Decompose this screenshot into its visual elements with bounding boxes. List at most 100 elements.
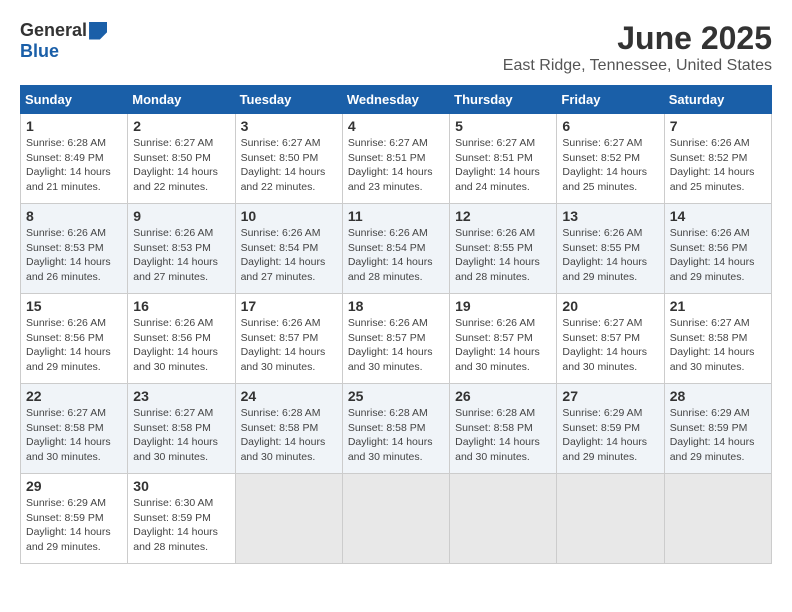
calendar-cell: 20Sunrise: 6:27 AMSunset: 8:57 PMDayligh… [557,294,664,384]
calendar-cell: 26 Sunrise: 6:28 AMSunset: 8:58 PMDayligh… [450,384,557,474]
day-info: Sunrise: 6:26 AMSunset: 8:56 PMDaylight:… [670,226,766,285]
day-info: Sunrise: 6:30 AMSunset: 8:59 PMDaylight:… [133,496,229,555]
day-number: 29 [26,478,122,494]
day-number: 22 [26,388,122,404]
calendar-cell [235,474,342,564]
calendar-title: June 2025 [503,20,772,57]
calendar-cell: 19 Sunrise: 6:26 AMSunset: 8:57 PMDayligh… [450,294,557,384]
day-number: 26 [455,388,551,404]
calendar-cell: 1 Sunrise: 6:28 AMSunset: 8:49 PMDaylight… [21,114,128,204]
day-number: 18 [348,298,444,314]
day-info: Sunrise: 6:27 AMSunset: 8:50 PMDaylight:… [133,136,229,195]
logo-icon [89,22,107,40]
day-number: 1 [26,118,122,134]
day-info: Sunrise: 6:28 AMSunset: 8:58 PMDaylight:… [241,406,337,465]
header-thursday: Thursday [450,86,557,114]
day-number: 19 [455,298,551,314]
logo-blue-text: Blue [20,41,59,62]
day-info: Sunrise: 6:27 AMSunset: 8:58 PMDaylight:… [133,406,229,465]
day-number: 7 [670,118,766,134]
day-number: 23 [133,388,229,404]
day-number: 9 [133,208,229,224]
day-number: 3 [241,118,337,134]
calendar-cell: 9 Sunrise: 6:26 AMSunset: 8:53 PMDaylight… [128,204,235,294]
calendar-cell [342,474,449,564]
header-friday: Friday [557,86,664,114]
calendar-cell: 11 Sunrise: 6:26 AMSunset: 8:54 PMDayligh… [342,204,449,294]
calendar-cell: 4 Sunrise: 6:27 AMSunset: 8:51 PMDaylight… [342,114,449,204]
calendar-cell: 8 Sunrise: 6:26 AMSunset: 8:53 PMDaylight… [21,204,128,294]
calendar-cell: 2 Sunrise: 6:27 AMSunset: 8:50 PMDaylight… [128,114,235,204]
day-info: Sunrise: 6:27 AMSunset: 8:50 PMDaylight:… [241,136,337,195]
day-number: 10 [241,208,337,224]
day-number: 25 [348,388,444,404]
calendar-cell [664,474,771,564]
day-info: Sunrise: 6:27 AMSunset: 8:52 PMDaylight:… [562,136,658,195]
day-info: Sunrise: 6:27 AMSunset: 8:58 PMDaylight:… [670,316,766,375]
day-info: Sunrise: 6:26 AMSunset: 8:56 PMDaylight:… [133,316,229,375]
calendar-cell: 5Sunrise: 6:27 AMSunset: 8:51 PMDaylight… [450,114,557,204]
day-number: 11 [348,208,444,224]
day-info: Sunrise: 6:26 AMSunset: 8:52 PMDaylight:… [670,136,766,195]
calendar-cell [557,474,664,564]
day-number: 16 [133,298,229,314]
calendar-subtitle: East Ridge, Tennessee, United States [503,57,772,75]
calendar-cell: 6 Sunrise: 6:27 AMSunset: 8:52 PMDaylight… [557,114,664,204]
header-sunday: Sunday [21,86,128,114]
day-info: Sunrise: 6:27 AMSunset: 8:51 PMDaylight:… [348,136,444,195]
day-number: 6 [562,118,658,134]
calendar-cell: 17Sunrise: 6:26 AMSunset: 8:57 PMDayligh… [235,294,342,384]
header-tuesday: Tuesday [235,86,342,114]
day-info: Sunrise: 6:26 AMSunset: 8:55 PMDaylight:… [455,226,551,285]
calendar-cell: 24Sunrise: 6:28 AMSunset: 8:58 PMDayligh… [235,384,342,474]
header-row: SundayMondayTuesdayWednesdayThursdayFrid… [21,86,772,114]
logo-general-text: General [20,20,87,41]
day-number: 13 [562,208,658,224]
day-number: 15 [26,298,122,314]
day-info: Sunrise: 6:26 AMSunset: 8:53 PMDaylight:… [26,226,122,285]
day-number: 5 [455,118,551,134]
day-number: 4 [348,118,444,134]
calendar-cell: 27Sunrise: 6:29 AMSunset: 8:59 PMDayligh… [557,384,664,474]
header-wednesday: Wednesday [342,86,449,114]
day-info: Sunrise: 6:26 AMSunset: 8:57 PMDaylight:… [348,316,444,375]
calendar-cell: 28Sunrise: 6:29 AMSunset: 8:59 PMDayligh… [664,384,771,474]
calendar-cell: 3 Sunrise: 6:27 AMSunset: 8:50 PMDaylight… [235,114,342,204]
day-number: 2 [133,118,229,134]
calendar-cell: 12 Sunrise: 6:26 AMSunset: 8:55 PMDayligh… [450,204,557,294]
day-number: 8 [26,208,122,224]
day-number: 12 [455,208,551,224]
day-info: Sunrise: 6:28 AMSunset: 8:58 PMDaylight:… [348,406,444,465]
calendar-cell: 30Sunrise: 6:30 AMSunset: 8:59 PMDayligh… [128,474,235,564]
day-number: 21 [670,298,766,314]
calendar-cell: 13Sunrise: 6:26 AMSunset: 8:55 PMDayligh… [557,204,664,294]
day-info: Sunrise: 6:26 AMSunset: 8:56 PMDaylight:… [26,316,122,375]
day-info: Sunrise: 6:29 AMSunset: 8:59 PMDaylight:… [26,496,122,555]
calendar-cell: 23 Sunrise: 6:27 AMSunset: 8:58 PMDayligh… [128,384,235,474]
calendar-cell: 25 Sunrise: 6:28 AMSunset: 8:58 PMDayligh… [342,384,449,474]
calendar-cell: 10 Sunrise: 6:26 AMSunset: 8:54 PMDayligh… [235,204,342,294]
day-number: 27 [562,388,658,404]
calendar-week-1: 1 Sunrise: 6:28 AMSunset: 8:49 PMDaylight… [21,114,772,204]
calendar-cell: 22 Sunrise: 6:27 AMSunset: 8:58 PMDayligh… [21,384,128,474]
day-info: Sunrise: 6:26 AMSunset: 8:54 PMDaylight:… [348,226,444,285]
day-info: Sunrise: 6:26 AMSunset: 8:54 PMDaylight:… [241,226,337,285]
calendar-cell: 15 Sunrise: 6:26 AMSunset: 8:56 PMDayligh… [21,294,128,384]
day-info: Sunrise: 6:26 AMSunset: 8:57 PMDaylight:… [455,316,551,375]
day-info: Sunrise: 6:28 AMSunset: 8:58 PMDaylight:… [455,406,551,465]
calendar-table: SundayMondayTuesdayWednesdayThursdayFrid… [20,85,772,564]
day-number: 20 [562,298,658,314]
day-info: Sunrise: 6:26 AMSunset: 8:53 PMDaylight:… [133,226,229,285]
calendar-cell: 29 Sunrise: 6:29 AMSunset: 8:59 PMDayligh… [21,474,128,564]
day-number: 17 [241,298,337,314]
day-info: Sunrise: 6:29 AMSunset: 8:59 PMDaylight:… [670,406,766,465]
calendar-week-5: 29 Sunrise: 6:29 AMSunset: 8:59 PMDayligh… [21,474,772,564]
day-info: Sunrise: 6:28 AMSunset: 8:49 PMDaylight:… [26,136,122,195]
page-header: General Blue June 2025 East Ridge, Tenne… [20,20,772,75]
calendar-cell: 16 Sunrise: 6:26 AMSunset: 8:56 PMDayligh… [128,294,235,384]
calendar-week-4: 22 Sunrise: 6:27 AMSunset: 8:58 PMDayligh… [21,384,772,474]
day-info: Sunrise: 6:27 AMSunset: 8:58 PMDaylight:… [26,406,122,465]
calendar-cell: 14Sunrise: 6:26 AMSunset: 8:56 PMDayligh… [664,204,771,294]
calendar-cell: 18 Sunrise: 6:26 AMSunset: 8:57 PMDayligh… [342,294,449,384]
title-area: June 2025 East Ridge, Tennessee, United … [503,20,772,75]
